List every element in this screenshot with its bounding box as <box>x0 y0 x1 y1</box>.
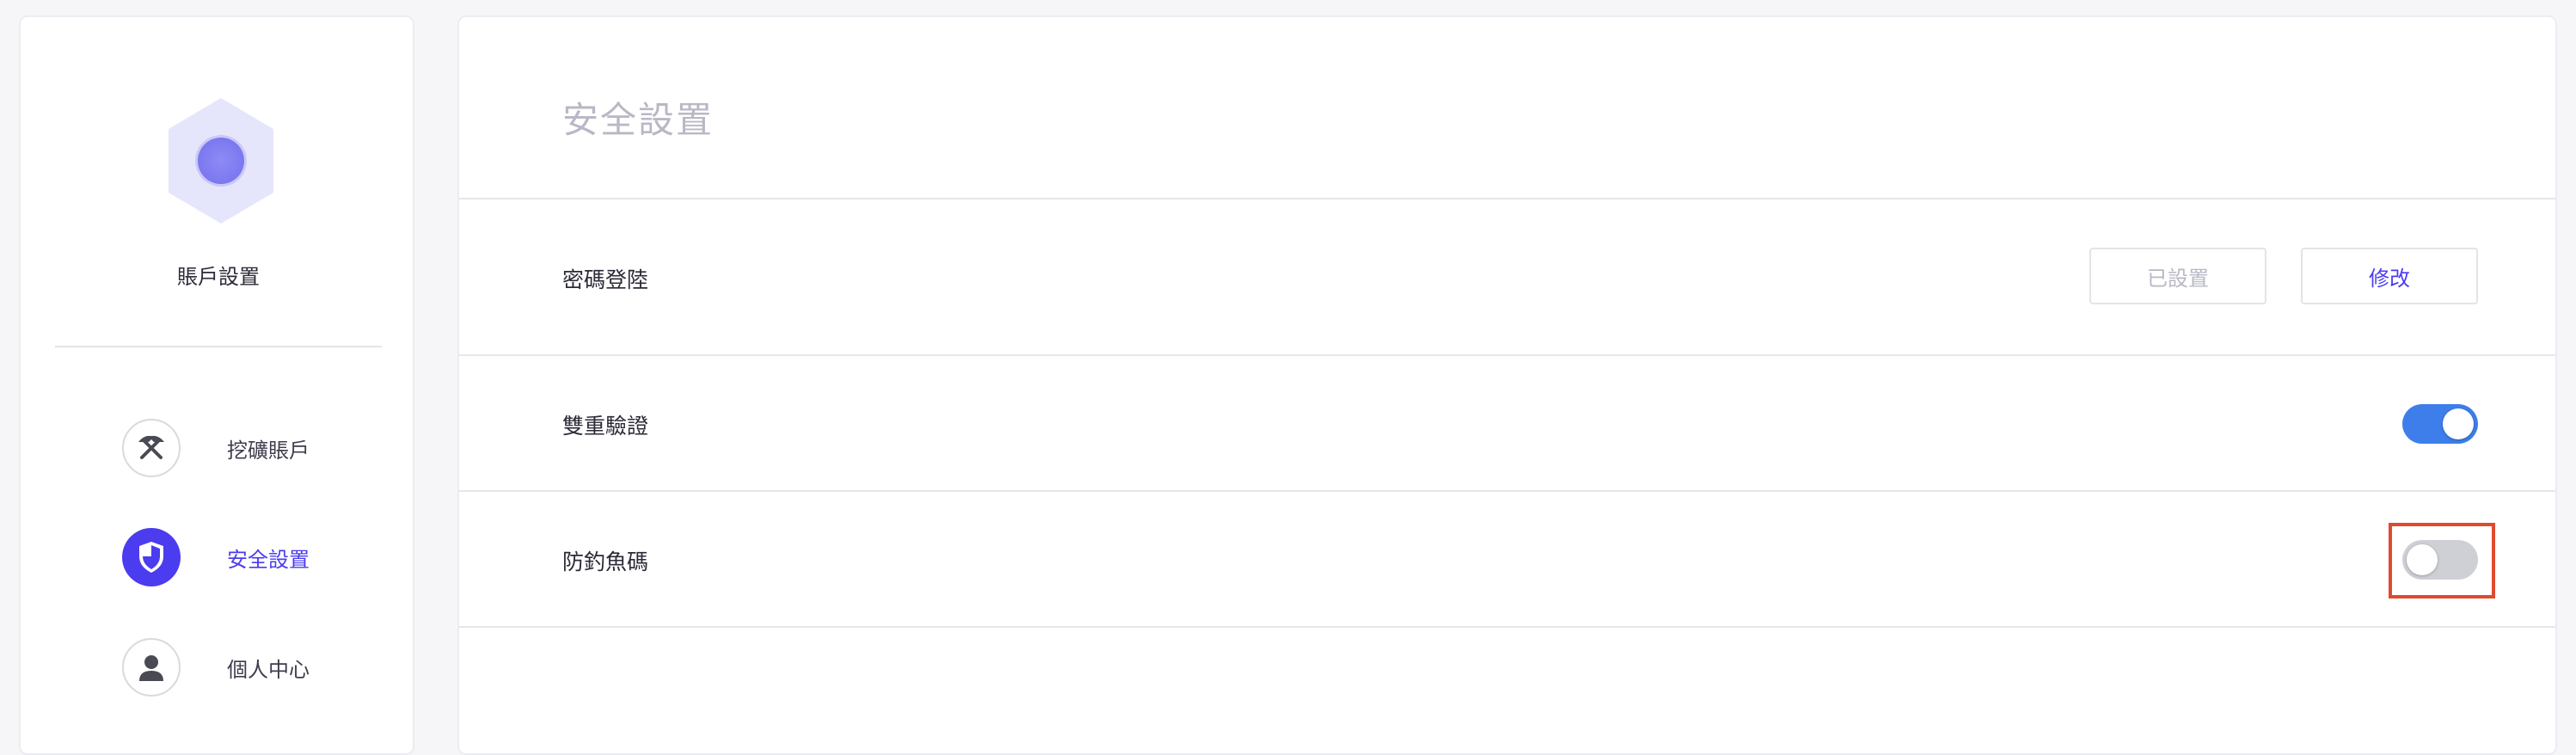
modify-password-button[interactable]: 修改 <box>2301 248 2478 304</box>
shield-icon <box>122 528 181 586</box>
row-divider <box>459 198 2555 199</box>
password-set-status-button[interactable]: 已設置 <box>2089 248 2266 304</box>
anti-phishing-toggle[interactable] <box>2402 540 2478 580</box>
two-factor-auth-label: 雙重驗證 <box>562 414 649 439</box>
sidebar-item-label: 安全設置 <box>227 547 310 572</box>
row-divider <box>459 354 2555 356</box>
sidebar-item-mining-account[interactable]: 挖礦賬戶 <box>122 417 397 479</box>
two-factor-auth-toggle[interactable] <box>2402 404 2478 444</box>
anti-phishing-code-label: 防釣魚碼 <box>562 549 649 574</box>
toggle-knob <box>2407 544 2438 575</box>
pickaxe-icon <box>122 419 181 477</box>
user-icon <box>122 638 181 697</box>
sidebar-item-security-settings[interactable]: 安全設置 <box>122 526 397 588</box>
sidebar-item-label: 挖礦賬戶 <box>227 438 310 463</box>
password-login-label: 密碼登陸 <box>562 267 649 292</box>
sidebar-divider <box>55 346 382 347</box>
row-divider <box>459 626 2555 628</box>
row-divider <box>459 490 2555 492</box>
sidebar-item-label: 個人中心 <box>227 657 310 682</box>
account-settings-title: 賬戶設置 <box>177 265 260 289</box>
account-sidebar: 賬戶設置 挖礦賬戶 安全設置 個人中心 <box>19 15 414 755</box>
hexagon-avatar-icon <box>165 96 277 225</box>
page-title: 安全設置 <box>562 99 715 141</box>
toggle-knob <box>2443 408 2474 439</box>
sidebar-item-personal-center[interactable]: 個人中心 <box>122 636 397 698</box>
security-settings-panel: 安全設置 密碼登陸 已設置 修改 雙重驗證 防釣魚碼 <box>457 15 2557 755</box>
